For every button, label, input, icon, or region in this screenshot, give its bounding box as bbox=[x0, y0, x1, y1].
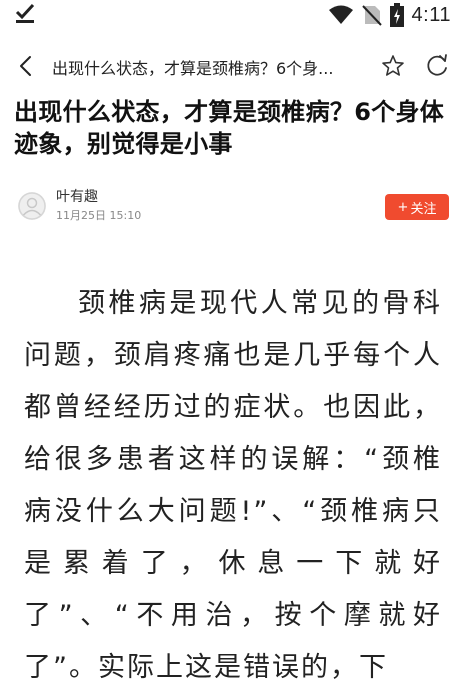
status-icons: 4:11 bbox=[328, 0, 451, 30]
avatar-placeholder-icon bbox=[18, 192, 46, 220]
download-done-icon bbox=[15, 3, 35, 23]
battery-charging-icon bbox=[389, 3, 404, 27]
avatar[interactable] bbox=[18, 192, 46, 220]
follow-label: 关注 bbox=[410, 201, 437, 217]
publish-time: 11月25日 15:10 bbox=[56, 209, 142, 222]
nav-title: 出现什么状态，才算是颈椎病？6个身... bbox=[52, 59, 334, 78]
wifi-icon bbox=[328, 5, 353, 24]
star-icon[interactable] bbox=[380, 53, 406, 79]
status-time: 4:11 bbox=[411, 3, 451, 26]
plus-icon: + bbox=[397, 199, 409, 215]
status-bar: 4:11 bbox=[0, 0, 461, 30]
follow-button[interactable]: + 关注 bbox=[385, 194, 449, 220]
author-name[interactable]: 叶有趣 bbox=[56, 186, 98, 206]
author-row: 叶有趣 11月25日 15:10 + 关注 bbox=[0, 186, 461, 226]
back-arrow-icon[interactable] bbox=[12, 52, 40, 80]
no-sim-icon bbox=[361, 5, 382, 26]
refresh-icon[interactable] bbox=[424, 53, 450, 79]
top-nav-bar: 出现什么状态，才算是颈椎病？6个身... bbox=[0, 46, 461, 86]
article-body: 颈椎病是现代人常见的骨科问题，颈肩疼痛也是几乎每个人都曾经经历过的症状。也因此，… bbox=[24, 288, 442, 683]
article-headline: 出现什么状态，才算是颈椎病？6个身体迹象，别觉得是小事 bbox=[14, 98, 445, 158]
